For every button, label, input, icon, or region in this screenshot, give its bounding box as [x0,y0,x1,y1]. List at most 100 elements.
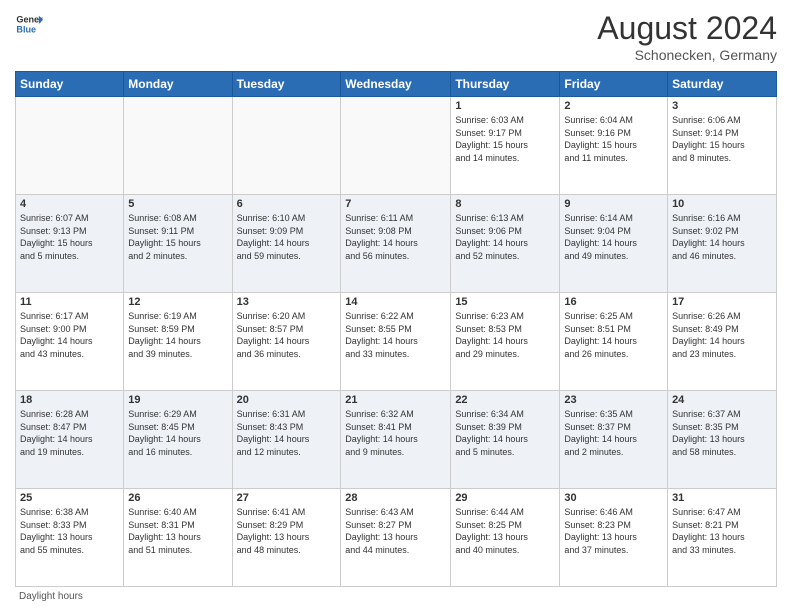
day-number: 13 [237,296,337,308]
day-info: Sunrise: 6:19 AM Sunset: 8:59 PM Dayligh… [128,310,227,360]
table-row [341,97,451,195]
table-row: 15 Sunrise: 6:23 AM Sunset: 8:53 PM Dayli… [451,293,560,391]
table-row: 7 Sunrise: 6:11 AM Sunset: 9:08 PM Daylig… [341,195,451,293]
day-number: 8 [455,198,555,210]
day-info: Sunrise: 6:28 AM Sunset: 8:47 PM Dayligh… [20,408,119,458]
day-info: Sunrise: 6:14 AM Sunset: 9:04 PM Dayligh… [564,212,663,262]
calendar: Sunday Monday Tuesday Wednesday Thursday… [15,71,777,587]
table-row: 21 Sunrise: 6:32 AM Sunset: 8:41 PM Dayli… [341,391,451,489]
day-number: 11 [20,296,119,308]
day-number: 15 [455,296,555,308]
day-info: Sunrise: 6:20 AM Sunset: 8:57 PM Dayligh… [237,310,337,360]
day-info: Sunrise: 6:29 AM Sunset: 8:45 PM Dayligh… [128,408,227,458]
day-info: Sunrise: 6:03 AM Sunset: 9:17 PM Dayligh… [455,114,555,164]
day-number: 29 [455,492,555,504]
day-number: 2 [564,100,663,112]
day-number: 26 [128,492,227,504]
day-info: Sunrise: 6:07 AM Sunset: 9:13 PM Dayligh… [20,212,119,262]
table-row: 19Sunrise: 6:29 AM Sunset: 8:45 PM Dayli… [124,391,232,489]
col-saturday: Saturday [668,72,777,97]
title-block: August 2024 Schonecken, Germany [597,10,777,63]
day-number: 3 [672,100,772,112]
day-info: Sunrise: 6:10 AM Sunset: 9:09 PM Dayligh… [237,212,337,262]
day-info: Sunrise: 6:06 AM Sunset: 9:14 PM Dayligh… [672,114,772,164]
day-number: 20 [237,394,337,406]
table-row: 20 Sunrise: 6:31 AM Sunset: 8:43 PM Dayli… [232,391,341,489]
table-row: 26 Sunrise: 6:40 AM Sunset: 8:31 PM Dayli… [124,489,232,587]
day-info: Sunrise: 6:47 AM Sunset: 8:21 PM Dayligh… [672,506,772,556]
table-row: 14 Sunrise: 6:22 AM Sunset: 8:55 PM Dayli… [341,293,451,391]
day-info: Sunrise: 6:34 AM Sunset: 8:39 PM Dayligh… [455,408,555,458]
calendar-header-row: Sunday Monday Tuesday Wednesday Thursday… [16,72,777,97]
table-row: 22 Sunrise: 6:34 AM Sunset: 8:39 PM Dayli… [451,391,560,489]
table-row: 27 Sunrise: 6:41 AM Sunset: 8:29 PM Dayli… [232,489,341,587]
page: General Blue August 2024 Schonecken, Ger… [0,0,792,612]
month-year: August 2024 [597,10,777,47]
legend: Daylight hours [15,591,777,602]
day-number: 22 [455,394,555,406]
table-row: 23 Sunrise: 6:35 AM Sunset: 8:37 PM Dayli… [560,391,668,489]
calendar-week-2: 4 Sunrise: 6:07 AM Sunset: 9:13 PM Daylig… [16,195,777,293]
table-row: 24Sunrise: 6:37 AM Sunset: 8:35 PM Dayli… [668,391,777,489]
table-row: 5 Sunrise: 6:08 AM Sunset: 9:11 PM Daylig… [124,195,232,293]
table-row [16,97,124,195]
day-number: 6 [237,198,337,210]
day-info: Sunrise: 6:22 AM Sunset: 8:55 PM Dayligh… [345,310,446,360]
table-row: 30 Sunrise: 6:46 AM Sunset: 8:23 PM Dayli… [560,489,668,587]
day-number: 18 [20,394,119,406]
table-row: 25Sunrise: 6:38 AM Sunset: 8:33 PM Dayli… [16,489,124,587]
day-info: Sunrise: 6:41 AM Sunset: 8:29 PM Dayligh… [237,506,337,556]
day-info: Sunrise: 6:35 AM Sunset: 8:37 PM Dayligh… [564,408,663,458]
table-row: 12Sunrise: 6:19 AM Sunset: 8:59 PM Dayli… [124,293,232,391]
table-row [124,97,232,195]
day-info: Sunrise: 6:25 AM Sunset: 8:51 PM Dayligh… [564,310,663,360]
day-number: 17 [672,296,772,308]
svg-text:Blue: Blue [16,24,36,34]
daylight-label: Daylight hours [19,591,83,602]
table-row: 2 Sunrise: 6:04 AM Sunset: 9:16 PM Daylig… [560,97,668,195]
day-info: Sunrise: 6:26 AM Sunset: 8:49 PM Dayligh… [672,310,772,360]
header: General Blue August 2024 Schonecken, Ger… [15,10,777,63]
table-row: 9Sunrise: 6:14 AM Sunset: 9:04 PM Daylig… [560,195,668,293]
col-friday: Friday [560,72,668,97]
table-row: 6 Sunrise: 6:10 AM Sunset: 9:09 PM Daylig… [232,195,341,293]
table-row: 28Sunrise: 6:43 AM Sunset: 8:27 PM Dayli… [341,489,451,587]
logo: General Blue [15,10,43,38]
day-info: Sunrise: 6:23 AM Sunset: 8:53 PM Dayligh… [455,310,555,360]
day-number: 30 [564,492,663,504]
day-info: Sunrise: 6:04 AM Sunset: 9:16 PM Dayligh… [564,114,663,164]
day-number: 28 [345,492,446,504]
calendar-week-4: 18 Sunrise: 6:28 AM Sunset: 8:47 PM Dayli… [16,391,777,489]
table-row: 3 Sunrise: 6:06 AM Sunset: 9:14 PM Daylig… [668,97,777,195]
col-thursday: Thursday [451,72,560,97]
day-info: Sunrise: 6:40 AM Sunset: 8:31 PM Dayligh… [128,506,227,556]
day-info: Sunrise: 6:13 AM Sunset: 9:06 PM Dayligh… [455,212,555,262]
day-info: Sunrise: 6:46 AM Sunset: 8:23 PM Dayligh… [564,506,663,556]
day-info: Sunrise: 6:37 AM Sunset: 8:35 PM Dayligh… [672,408,772,458]
col-monday: Monday [124,72,232,97]
day-info: Sunrise: 6:11 AM Sunset: 9:08 PM Dayligh… [345,212,446,262]
table-row: 4 Sunrise: 6:07 AM Sunset: 9:13 PM Daylig… [16,195,124,293]
day-number: 14 [345,296,446,308]
day-number: 27 [237,492,337,504]
table-row: 29Sunrise: 6:44 AM Sunset: 8:25 PM Dayli… [451,489,560,587]
logo-icon: General Blue [15,10,43,38]
table-row: 31Sunrise: 6:47 AM Sunset: 8:21 PM Dayli… [668,489,777,587]
day-info: Sunrise: 6:32 AM Sunset: 8:41 PM Dayligh… [345,408,446,458]
table-row: 10Sunrise: 6:16 AM Sunset: 9:02 PM Dayli… [668,195,777,293]
table-row: 16Sunrise: 6:25 AM Sunset: 8:51 PM Dayli… [560,293,668,391]
day-number: 7 [345,198,446,210]
day-info: Sunrise: 6:31 AM Sunset: 8:43 PM Dayligh… [237,408,337,458]
day-info: Sunrise: 6:16 AM Sunset: 9:02 PM Dayligh… [672,212,772,262]
day-info: Sunrise: 6:08 AM Sunset: 9:11 PM Dayligh… [128,212,227,262]
day-number: 23 [564,394,663,406]
table-row: 17 Sunrise: 6:26 AM Sunset: 8:49 PM Dayli… [668,293,777,391]
table-row: 18 Sunrise: 6:28 AM Sunset: 8:47 PM Dayli… [16,391,124,489]
day-number: 5 [128,198,227,210]
day-number: 4 [20,198,119,210]
table-row: 8 Sunrise: 6:13 AM Sunset: 9:06 PM Daylig… [451,195,560,293]
day-number: 21 [345,394,446,406]
day-number: 1 [455,100,555,112]
table-row: 13 Sunrise: 6:20 AM Sunset: 8:57 PM Dayli… [232,293,341,391]
table-row: 11Sunrise: 6:17 AM Sunset: 9:00 PM Dayli… [16,293,124,391]
